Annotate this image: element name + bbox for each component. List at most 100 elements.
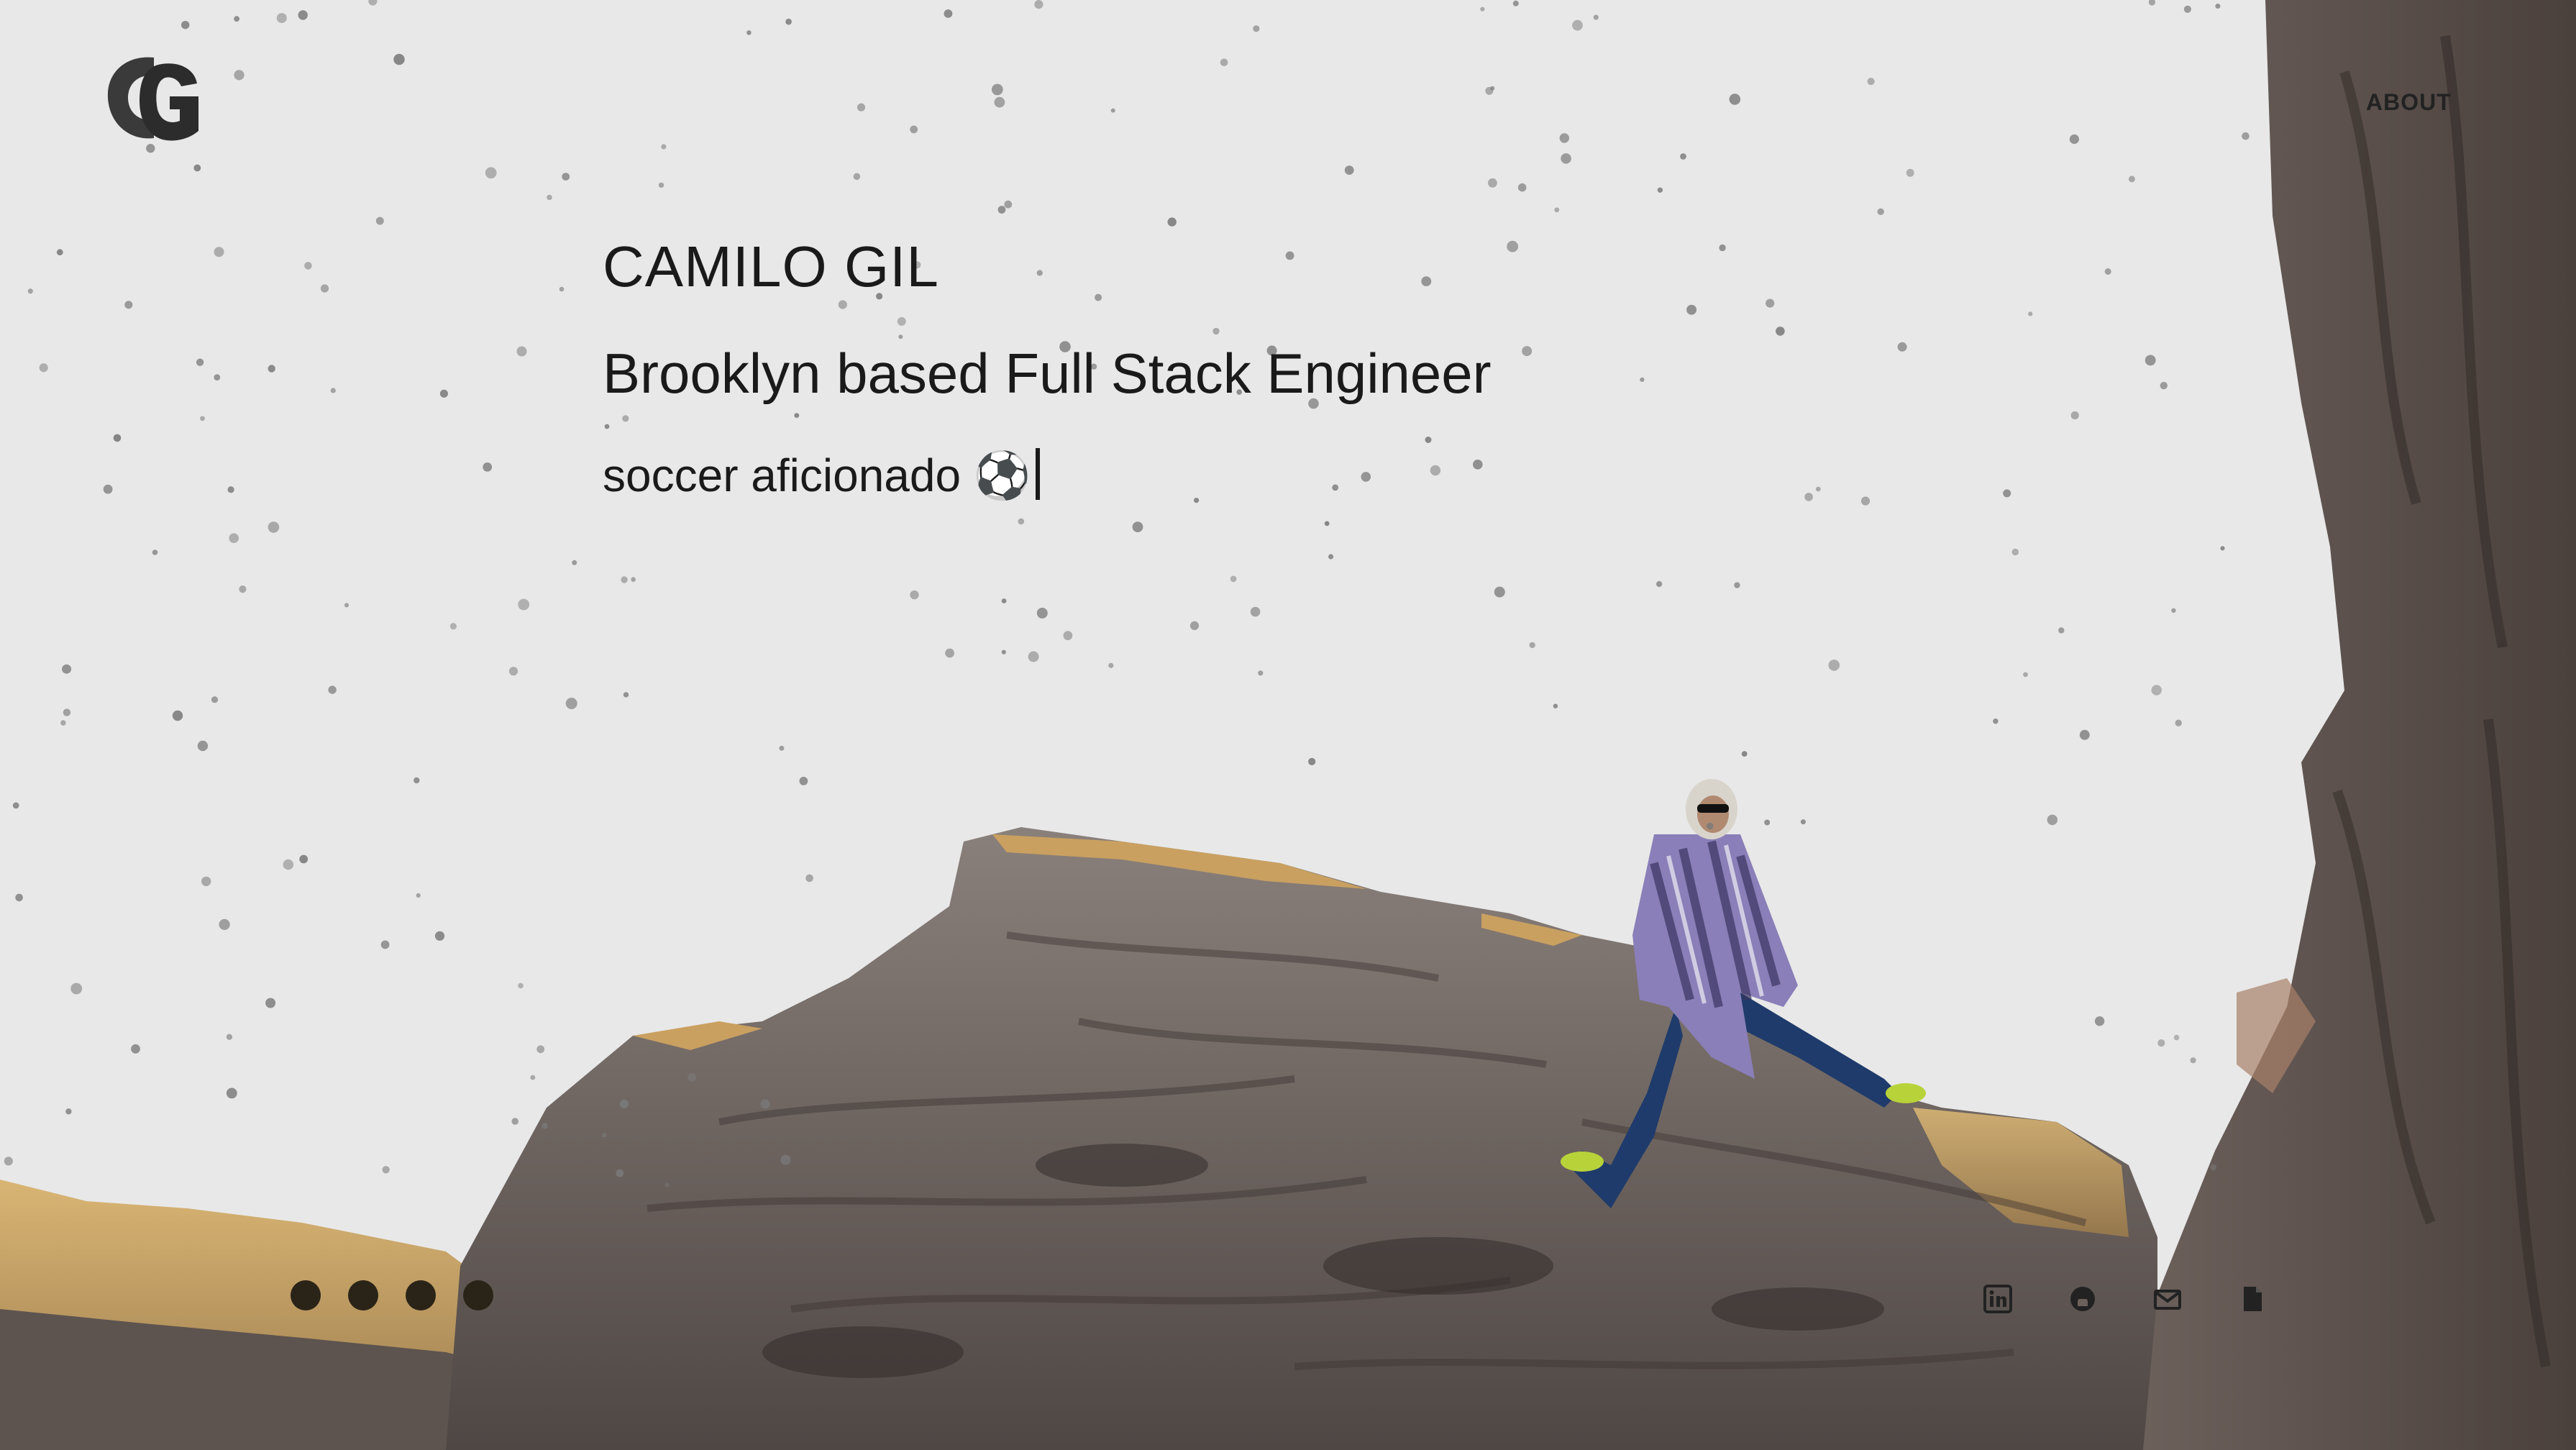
- particle: [268, 365, 275, 373]
- particle: [181, 21, 190, 29]
- particle: [226, 1088, 237, 1099]
- particle: [219, 918, 230, 930]
- particle: [15, 893, 23, 902]
- particle: [1800, 819, 1806, 825]
- particle: [1253, 25, 1260, 32]
- particle: [619, 1099, 629, 1109]
- particle: [113, 434, 122, 442]
- particle: [1734, 582, 1740, 588]
- particle: [416, 893, 421, 898]
- carousel-dot-2[interactable]: [348, 1280, 378, 1310]
- particle: [785, 18, 792, 25]
- particle: [1108, 662, 1114, 668]
- particle: [103, 484, 113, 494]
- resume-icon[interactable]: [2238, 1285, 2267, 1313]
- particle: [283, 859, 294, 870]
- particle-field: [4, 0, 2250, 1187]
- particle: [197, 740, 209, 752]
- particle: [2079, 729, 2090, 740]
- particle: [2070, 411, 2079, 420]
- particle: [268, 521, 280, 533]
- particle: [229, 533, 239, 543]
- particle: [2148, 0, 2155, 6]
- particle: [344, 603, 350, 608]
- particle: [910, 125, 918, 134]
- particle: [239, 585, 247, 593]
- particle: [124, 301, 133, 309]
- particle: [1764, 819, 1771, 826]
- particle: [857, 103, 866, 111]
- hero-section: CAMILO GIL Brooklyn based Full Stack Eng…: [603, 227, 1897, 508]
- particle: [1906, 168, 1914, 177]
- particle: [2069, 134, 2079, 145]
- particle: [1063, 631, 1073, 641]
- particle: [2190, 1057, 2196, 1064]
- logo-icon[interactable]: [105, 50, 203, 148]
- particle: [530, 1075, 536, 1080]
- particle: [2011, 548, 2019, 556]
- particle: [616, 1169, 624, 1177]
- github-icon[interactable]: [2068, 1285, 2097, 1313]
- nav-about-link[interactable]: ABOUT: [2366, 83, 2452, 121]
- particle: [1167, 217, 1177, 227]
- particle: [1593, 14, 1599, 20]
- particle: [746, 30, 752, 35]
- particle: [393, 53, 405, 65]
- hero-title: Brooklyn based Full Stack Engineer: [603, 342, 1492, 405]
- particle: [414, 777, 420, 784]
- particle: [760, 1099, 770, 1109]
- particle: [1001, 598, 1007, 603]
- particle: [562, 173, 570, 181]
- particle: [70, 982, 83, 995]
- particle: [2175, 719, 2182, 726]
- particle: [1344, 165, 1354, 175]
- particle: [805, 874, 813, 883]
- particle: [375, 216, 384, 225]
- particle: [997, 206, 1006, 214]
- linkedin-icon[interactable]: [1983, 1285, 2012, 1313]
- particle: [2171, 608, 2176, 613]
- particle: [1308, 757, 1316, 765]
- particle: [1993, 719, 1999, 724]
- particle: [2104, 268, 2111, 275]
- particle: [688, 1072, 697, 1082]
- particle: [1512, 0, 1519, 6]
- particle: [853, 173, 861, 181]
- particle: [1553, 703, 1558, 708]
- particle: [211, 696, 219, 703]
- particle: [2058, 627, 2065, 634]
- carousel-dots: [291, 1280, 493, 1310]
- particle: [508, 667, 519, 676]
- particle: [661, 144, 667, 150]
- particle: [131, 1044, 140, 1054]
- particle: [1110, 108, 1115, 113]
- particle: [214, 247, 224, 257]
- particle: [547, 194, 552, 201]
- email-icon[interactable]: [2153, 1285, 2182, 1313]
- particle: [56, 249, 63, 256]
- particle: [518, 982, 524, 989]
- particle: [536, 1045, 545, 1054]
- particle: [193, 164, 201, 172]
- particle: [1828, 660, 1840, 671]
- carousel-dot-4[interactable]: [463, 1280, 493, 1310]
- particle: [1132, 521, 1143, 532]
- particle: [152, 550, 158, 555]
- particle: [1034, 0, 1043, 9]
- particle: [1250, 606, 1261, 617]
- particle: [991, 83, 1003, 96]
- particle: [799, 777, 808, 785]
- carousel-dot-1[interactable]: [291, 1280, 321, 1310]
- carousel-dot-3[interactable]: [406, 1280, 436, 1310]
- particle: [602, 1133, 607, 1138]
- particle: [1867, 78, 1875, 86]
- particle: [2242, 132, 2250, 140]
- particle: [631, 577, 636, 582]
- particle: [2151, 685, 2162, 696]
- social-links: [1983, 1285, 2267, 1313]
- particle: [304, 262, 312, 270]
- particle: [1480, 6, 1485, 12]
- particle: [2094, 1016, 2105, 1026]
- particle: [1561, 153, 1571, 164]
- particle: [201, 876, 211, 887]
